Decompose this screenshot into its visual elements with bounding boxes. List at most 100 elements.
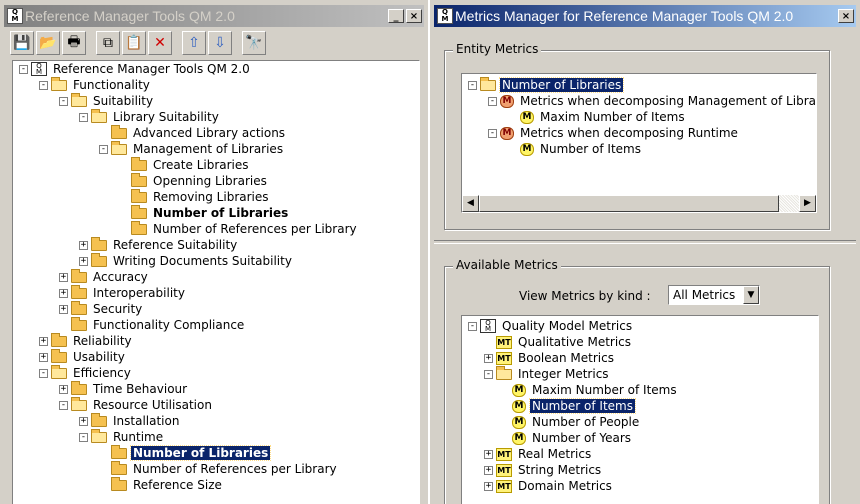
minimize-button[interactable]: _ (388, 9, 404, 23)
collapse-icon[interactable]: - (79, 432, 88, 442)
tree-item[interactable]: - Library Suitability (13, 108, 419, 125)
tree-item[interactable]: M Number of Items (462, 398, 818, 414)
expand-icon[interactable]: + (59, 288, 68, 298)
tree-item[interactable]: + Interoperability (13, 284, 419, 301)
scroll-thumb[interactable] (479, 195, 779, 212)
tree-item[interactable]: - M Metrics when decomposing Management of… (462, 93, 816, 109)
expand-icon[interactable]: + (79, 256, 88, 266)
tree-item[interactable]: Number of References per Library (13, 220, 419, 237)
tree-item[interactable]: + Writing Documents Suitability (13, 252, 419, 269)
paste-button[interactable]: 📋 (122, 31, 146, 55)
save-button[interactable]: 💾 (10, 31, 34, 55)
chevron-down-icon[interactable]: ▼ (743, 286, 759, 304)
tree-item[interactable]: Functionality Compliance (13, 316, 419, 333)
move-down-button[interactable]: ⇩ (208, 31, 232, 55)
tree-item[interactable]: M Maxim Number of Items (462, 382, 818, 398)
tree-item[interactable]: M Number of People (462, 414, 818, 430)
move-up-button[interactable]: ⇧ (182, 31, 206, 55)
tree-item[interactable]: Openning Libraries (13, 172, 419, 189)
tree-item[interactable]: + Security (13, 300, 419, 317)
tree-item[interactable]: - Q M Quality Model Metrics (462, 318, 818, 334)
copy-button[interactable]: ⧉ (96, 31, 120, 55)
tree-item[interactable]: M Number of Years (462, 430, 818, 446)
folder-icon (91, 236, 107, 251)
open-button[interactable]: 📂 (36, 31, 60, 55)
tree-item[interactable]: - Integer Metrics (462, 365, 818, 382)
tree-item[interactable]: - M Metrics when decomposing Runtime (462, 125, 816, 141)
expand-icon[interactable]: + (79, 240, 88, 250)
collapse-icon[interactable]: - (59, 96, 68, 106)
tree-item[interactable]: + Installation (13, 412, 419, 429)
available-metrics-panel[interactable]: - Q M Quality Model Metrics MT Qualitative Me… (461, 315, 819, 504)
close-button[interactable]: × (406, 9, 422, 23)
tree-item[interactable]: Advanced Library actions (13, 124, 419, 141)
collapse-icon[interactable]: - (99, 144, 108, 154)
splitter[interactable] (434, 240, 856, 244)
expand-icon[interactable]: + (59, 272, 68, 282)
close-button[interactable]: × (838, 9, 854, 23)
tree-item[interactable]: - Efficiency (13, 364, 419, 381)
tree-item[interactable]: - Management of Libraries (13, 140, 419, 157)
tree-item-label: Number of References per Library (153, 222, 357, 236)
expand-icon[interactable]: + (79, 416, 88, 426)
left-title-bar[interactable]: QM Reference Manager Tools QM 2.0 _ × (4, 5, 424, 27)
expand-icon[interactable]: + (484, 465, 493, 475)
tree-item[interactable]: - Suitability (13, 92, 419, 109)
tree-item[interactable]: + MT Domain Metrics (462, 478, 818, 494)
tree-item[interactable]: Number of References per Library (13, 460, 419, 477)
collapse-icon[interactable]: - (488, 128, 497, 138)
collapse-icon[interactable]: - (59, 400, 68, 410)
collapse-icon[interactable]: - (39, 80, 48, 90)
expand-icon[interactable]: + (59, 304, 68, 314)
open-folder-icon (51, 76, 67, 91)
tree-item[interactable]: - Functionality (13, 76, 419, 93)
tree-item[interactable]: M Number of Items (462, 141, 816, 157)
right-title-bar[interactable]: QM Metrics Manager for Reference Manager… (434, 5, 856, 27)
collapse-icon[interactable]: - (19, 64, 28, 74)
expand-icon[interactable]: + (484, 449, 493, 459)
horizontal-scrollbar[interactable]: ◀ ▶ (462, 195, 816, 212)
tree-item[interactable]: + Accuracy (13, 268, 419, 285)
collapse-icon[interactable]: - (468, 321, 477, 331)
entity-metrics-panel[interactable]: - Number of Libraries - M Metrics when decom… (461, 73, 817, 213)
quality-model-tree-panel[interactable]: - Q M Reference Manager Tools QM 2.0- Functi… (12, 60, 420, 504)
tree-item[interactable]: + Usability (13, 348, 419, 365)
tree-item[interactable]: Number of Libraries (13, 204, 419, 221)
scroll-track[interactable] (779, 195, 799, 212)
tree-item[interactable]: Reference Size (13, 476, 419, 493)
tree-item[interactable]: + Reliability (13, 332, 419, 349)
expand-icon[interactable]: + (39, 336, 48, 346)
tree-item[interactable]: Number of Libraries (13, 444, 419, 461)
tree-item-label: Number of Libraries (129, 445, 272, 461)
tree-item[interactable]: - Q M Reference Manager Tools QM 2.0 (13, 61, 419, 77)
tree-item[interactable]: + MT String Metrics (462, 462, 818, 478)
delete-button[interactable]: ✕ (148, 31, 172, 55)
tree-item[interactable]: M Maxim Number of Items (462, 109, 816, 125)
collapse-icon[interactable]: - (39, 368, 48, 378)
find-button[interactable]: 🔭 (242, 31, 266, 55)
collapse-icon[interactable]: - (488, 96, 497, 106)
metric-kind-select[interactable]: All Metrics ▼ (668, 285, 760, 305)
tree-item[interactable]: - Number of Libraries (462, 76, 816, 93)
scroll-left-icon[interactable]: ◀ (462, 195, 479, 212)
tree-item[interactable]: - Runtime (13, 428, 419, 445)
metric-group-icon: M (500, 126, 514, 140)
tree-item[interactable]: Create Libraries (13, 156, 419, 173)
collapse-icon[interactable]: - (79, 112, 88, 122)
collapse-icon[interactable]: - (484, 369, 493, 379)
tree-item[interactable]: + Time Behaviour (13, 380, 419, 397)
tree-item[interactable]: + Reference Suitability (13, 236, 419, 253)
expand-icon[interactable]: + (39, 352, 48, 362)
tree-item[interactable]: - Resource Utilisation (13, 396, 419, 413)
expand-icon[interactable]: + (59, 384, 68, 394)
tree-item[interactable]: + MT Real Metrics (462, 446, 818, 462)
expand-icon[interactable]: + (484, 353, 493, 363)
print-button[interactable]: 🖶 (62, 31, 86, 55)
print-icon: 🖶 (67, 34, 81, 50)
tree-item[interactable]: Removing Libraries (13, 188, 419, 205)
tree-item[interactable]: MT Qualitative Metrics (462, 334, 818, 350)
scroll-right-icon[interactable]: ▶ (799, 195, 816, 212)
expand-icon[interactable]: + (484, 481, 493, 491)
tree-item[interactable]: + MT Boolean Metrics (462, 350, 818, 366)
collapse-icon[interactable]: - (468, 80, 477, 90)
